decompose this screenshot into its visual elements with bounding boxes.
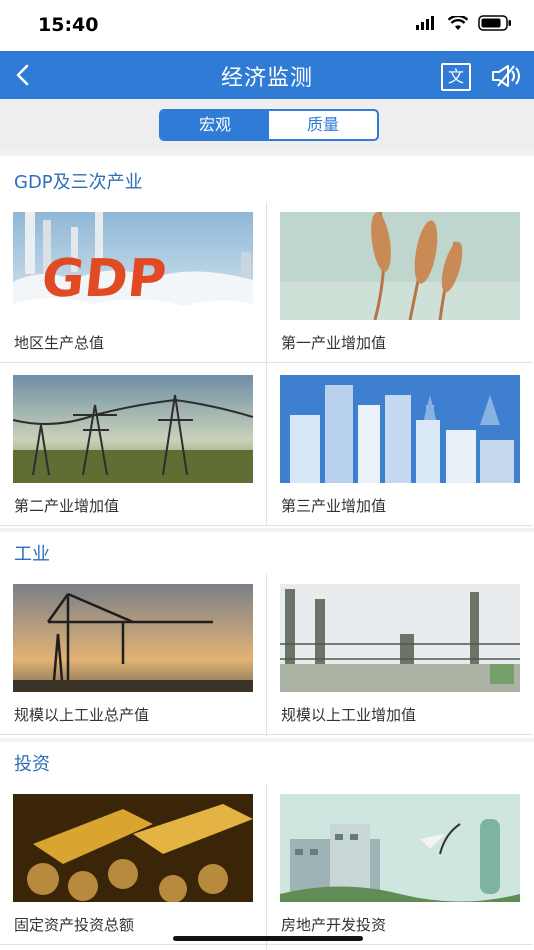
language-button[interactable]: 文	[441, 63, 471, 91]
card-label: 第二产业增加值	[14, 497, 120, 515]
factory-image	[280, 584, 520, 692]
wifi-icon	[448, 15, 468, 30]
city-image	[280, 375, 520, 483]
section-investment: 投资 固定资产投资总额 房地产开发投资	[0, 742, 534, 950]
card-primary-industry[interactable]: 第一产业增加值	[267, 201, 533, 363]
card-industrial-output[interactable]: 规模以上工业总产值	[0, 573, 266, 735]
card-label: 第一产业增加值	[281, 334, 387, 352]
card-tertiary-industry[interactable]: 第三产业增加值	[267, 364, 533, 526]
building-image	[280, 794, 520, 902]
nav-bar: 经济监测 文	[0, 51, 534, 99]
power-tower-image	[13, 375, 253, 483]
card-industrial-value-added[interactable]: 规模以上工业增加值	[267, 573, 533, 735]
crane-image	[13, 584, 253, 692]
section-title: GDP及三次产业	[14, 172, 143, 193]
gold-image	[13, 794, 253, 902]
card-label: 规模以上工业总产值	[14, 706, 150, 724]
section-title: 工业	[14, 544, 50, 565]
wheat-image	[280, 212, 520, 320]
card-label: 房地产开发投资	[281, 916, 387, 934]
card-label: 规模以上工业增加值	[281, 706, 417, 724]
card-label: 地区生产总值	[14, 334, 105, 352]
tab-macro[interactable]: 宏观	[161, 111, 269, 139]
card-gdp[interactable]: GDP 地区生产总值	[0, 201, 266, 363]
card-fixed-asset-investment[interactable]: 固定资产投资总额	[0, 783, 266, 945]
speaker-icon[interactable]	[490, 62, 524, 90]
card-real-estate-investment[interactable]: 房地产开发投资	[267, 783, 533, 945]
segmented-control: 宏观 质量	[159, 109, 379, 141]
card-secondary-industry[interactable]: 第二产业增加值	[0, 364, 266, 526]
section-gdp: GDP及三次产业 GDP 地区生产总值 第一产业增加值 第二产业增加值 第三产业…	[0, 156, 534, 528]
signal-icon	[416, 16, 434, 30]
status-time: 15:40	[38, 14, 99, 36]
battery-icon	[478, 15, 511, 31]
card-label: 第三产业增加值	[281, 497, 387, 515]
section-title: 投资	[14, 754, 50, 775]
section-industry: 工业 规模以上工业总产值 规模以上工业增加值	[0, 532, 534, 738]
status-bar: 15:40	[0, 0, 534, 51]
home-indicator[interactable]	[173, 936, 363, 941]
tab-quality[interactable]: 质量	[269, 111, 377, 139]
card-label: 固定资产投资总额	[14, 916, 135, 934]
gdp-image: GDP	[13, 212, 253, 320]
segment-bar: 宏观 质量	[0, 99, 534, 149]
